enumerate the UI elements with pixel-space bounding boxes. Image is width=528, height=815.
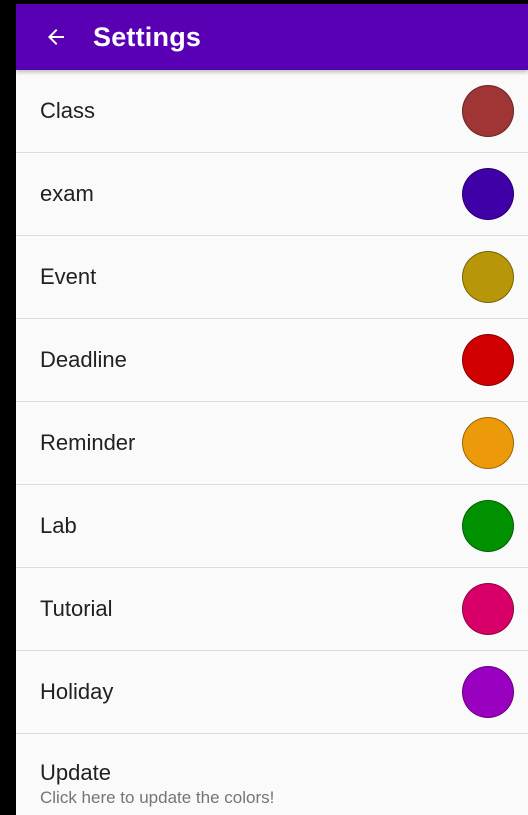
category-row-deadline[interactable]: Deadline xyxy=(16,319,528,402)
category-row-class[interactable]: Class xyxy=(16,70,528,153)
category-label: Holiday xyxy=(40,679,114,704)
category-label: Reminder xyxy=(40,430,136,455)
color-swatch[interactable] xyxy=(462,417,514,469)
category-label: exam xyxy=(40,181,94,206)
settings-screen: Settings Class exam Event Deadline Remin… xyxy=(16,4,528,815)
color-swatch[interactable] xyxy=(462,583,514,635)
color-swatch[interactable] xyxy=(462,334,514,386)
update-colors-item[interactable]: Update Click here to update the colors! xyxy=(16,734,528,808)
category-row-holiday[interactable]: Holiday xyxy=(16,651,528,734)
update-subtitle: Click here to update the colors! xyxy=(40,788,275,807)
category-row-reminder[interactable]: Reminder xyxy=(16,402,528,485)
color-swatch[interactable] xyxy=(462,666,514,718)
color-swatch[interactable] xyxy=(462,168,514,220)
category-label: Lab xyxy=(40,513,77,538)
category-row-event[interactable]: Event xyxy=(16,236,528,319)
color-swatch[interactable] xyxy=(462,85,514,137)
update-title: Update xyxy=(40,760,111,785)
category-row-exam[interactable]: exam xyxy=(16,153,528,236)
color-swatch[interactable] xyxy=(462,500,514,552)
category-row-tutorial[interactable]: Tutorial xyxy=(16,568,528,651)
category-row-lab[interactable]: Lab xyxy=(16,485,528,568)
color-swatch[interactable] xyxy=(462,251,514,303)
back-button[interactable] xyxy=(28,9,84,65)
page-title: Settings xyxy=(93,21,202,52)
category-label: Class xyxy=(40,98,96,123)
arrow-left-icon xyxy=(48,29,64,45)
app-bar: Settings xyxy=(16,4,528,70)
category-label: Deadline xyxy=(40,347,127,372)
category-color-list: Class exam Event Deadline Reminder Lab T… xyxy=(16,70,528,734)
category-label: Event xyxy=(40,264,97,289)
category-label: Tutorial xyxy=(40,596,113,621)
